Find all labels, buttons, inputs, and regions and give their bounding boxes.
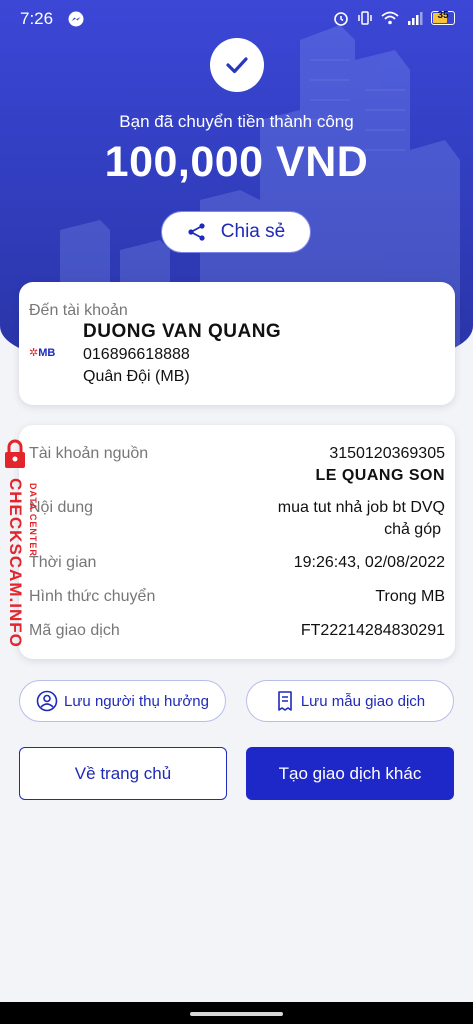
save-beneficiary-button[interactable]: Lưu người thụ hưởng xyxy=(19,680,226,722)
wifi-icon xyxy=(381,11,399,25)
transaction-details-card: Tài khoản nguồn 3150120369305 LE QUANG S… xyxy=(19,425,455,659)
time-label: Thời gian xyxy=(29,554,97,571)
alarm-icon xyxy=(334,12,348,26)
new-transaction-button[interactable]: Tạo giao dịch khác xyxy=(246,747,454,800)
share-button[interactable]: Chia sẻ xyxy=(161,211,311,253)
status-icons: 35 xyxy=(333,10,455,26)
content-line2: chả góp xyxy=(384,521,441,538)
mb-bank-logo: ✲MB xyxy=(29,347,56,359)
signal-icon xyxy=(408,12,423,25)
source-account-label: Tài khoản nguồn xyxy=(29,445,149,462)
status-bar: 7:26 35 xyxy=(0,0,473,38)
success-message: Bạn đã chuyển tiền thành công xyxy=(119,112,354,131)
lock-icon xyxy=(5,439,25,468)
save-template-label: Lưu mẫu giao dịch xyxy=(300,692,426,710)
watermark-text: CHECKSCAM.INFO xyxy=(6,478,25,648)
recipient-bank: Quân Đội (MB) xyxy=(83,368,190,385)
home-gesture-handle[interactable] xyxy=(190,1012,283,1016)
save-beneficiary-label: Lưu người thụ hưởng xyxy=(64,692,209,710)
recipient-account: 016896618888 xyxy=(83,346,190,363)
home-button[interactable]: Về trang chủ xyxy=(19,747,227,800)
source-account-name: LE QUANG SON xyxy=(315,467,445,484)
vibrate-icon xyxy=(358,11,372,25)
status-time: 7:26 xyxy=(20,9,54,28)
recipient-label: Đến tài khoản xyxy=(29,302,128,319)
navigation-bar xyxy=(0,1002,473,1024)
receipt-icon xyxy=(278,691,292,711)
recipient-card: Đến tài khoản ✲MB DUONG VAN QUANG 016896… xyxy=(19,282,455,405)
recipient-name: DUONG VAN QUANG xyxy=(83,321,282,342)
content-label: Nội dung xyxy=(29,499,94,516)
method-label: Hình thức chuyển xyxy=(29,588,156,605)
transfer-amount: 100,000 VND xyxy=(104,138,369,186)
time-value: 19:26:43, 02/08/2022 xyxy=(293,554,445,571)
success-check-icon xyxy=(210,38,264,92)
watermark-subtext: DATA CENTER xyxy=(28,483,38,557)
transaction-id-value: FT22214284830291 xyxy=(300,622,445,639)
battery-level: 35 xyxy=(437,10,449,21)
share-label: Chia sẻ xyxy=(220,221,286,242)
transaction-id-label: Mã giao dịch xyxy=(29,622,120,639)
messenger-icon xyxy=(68,11,84,27)
source-account-number: 3150120369305 xyxy=(329,445,445,462)
content-line1: mua tut nhả job bt DVQ xyxy=(277,499,445,516)
method-value: Trong MB xyxy=(375,588,445,605)
user-circle-icon xyxy=(36,690,58,712)
save-template-button[interactable]: Lưu mẫu giao dịch xyxy=(246,680,454,722)
checkscam-watermark: CHECKSCAM.INFO DATA CENTER xyxy=(0,438,38,668)
share-icon xyxy=(188,223,205,241)
battery-icon: 35 xyxy=(431,10,455,25)
